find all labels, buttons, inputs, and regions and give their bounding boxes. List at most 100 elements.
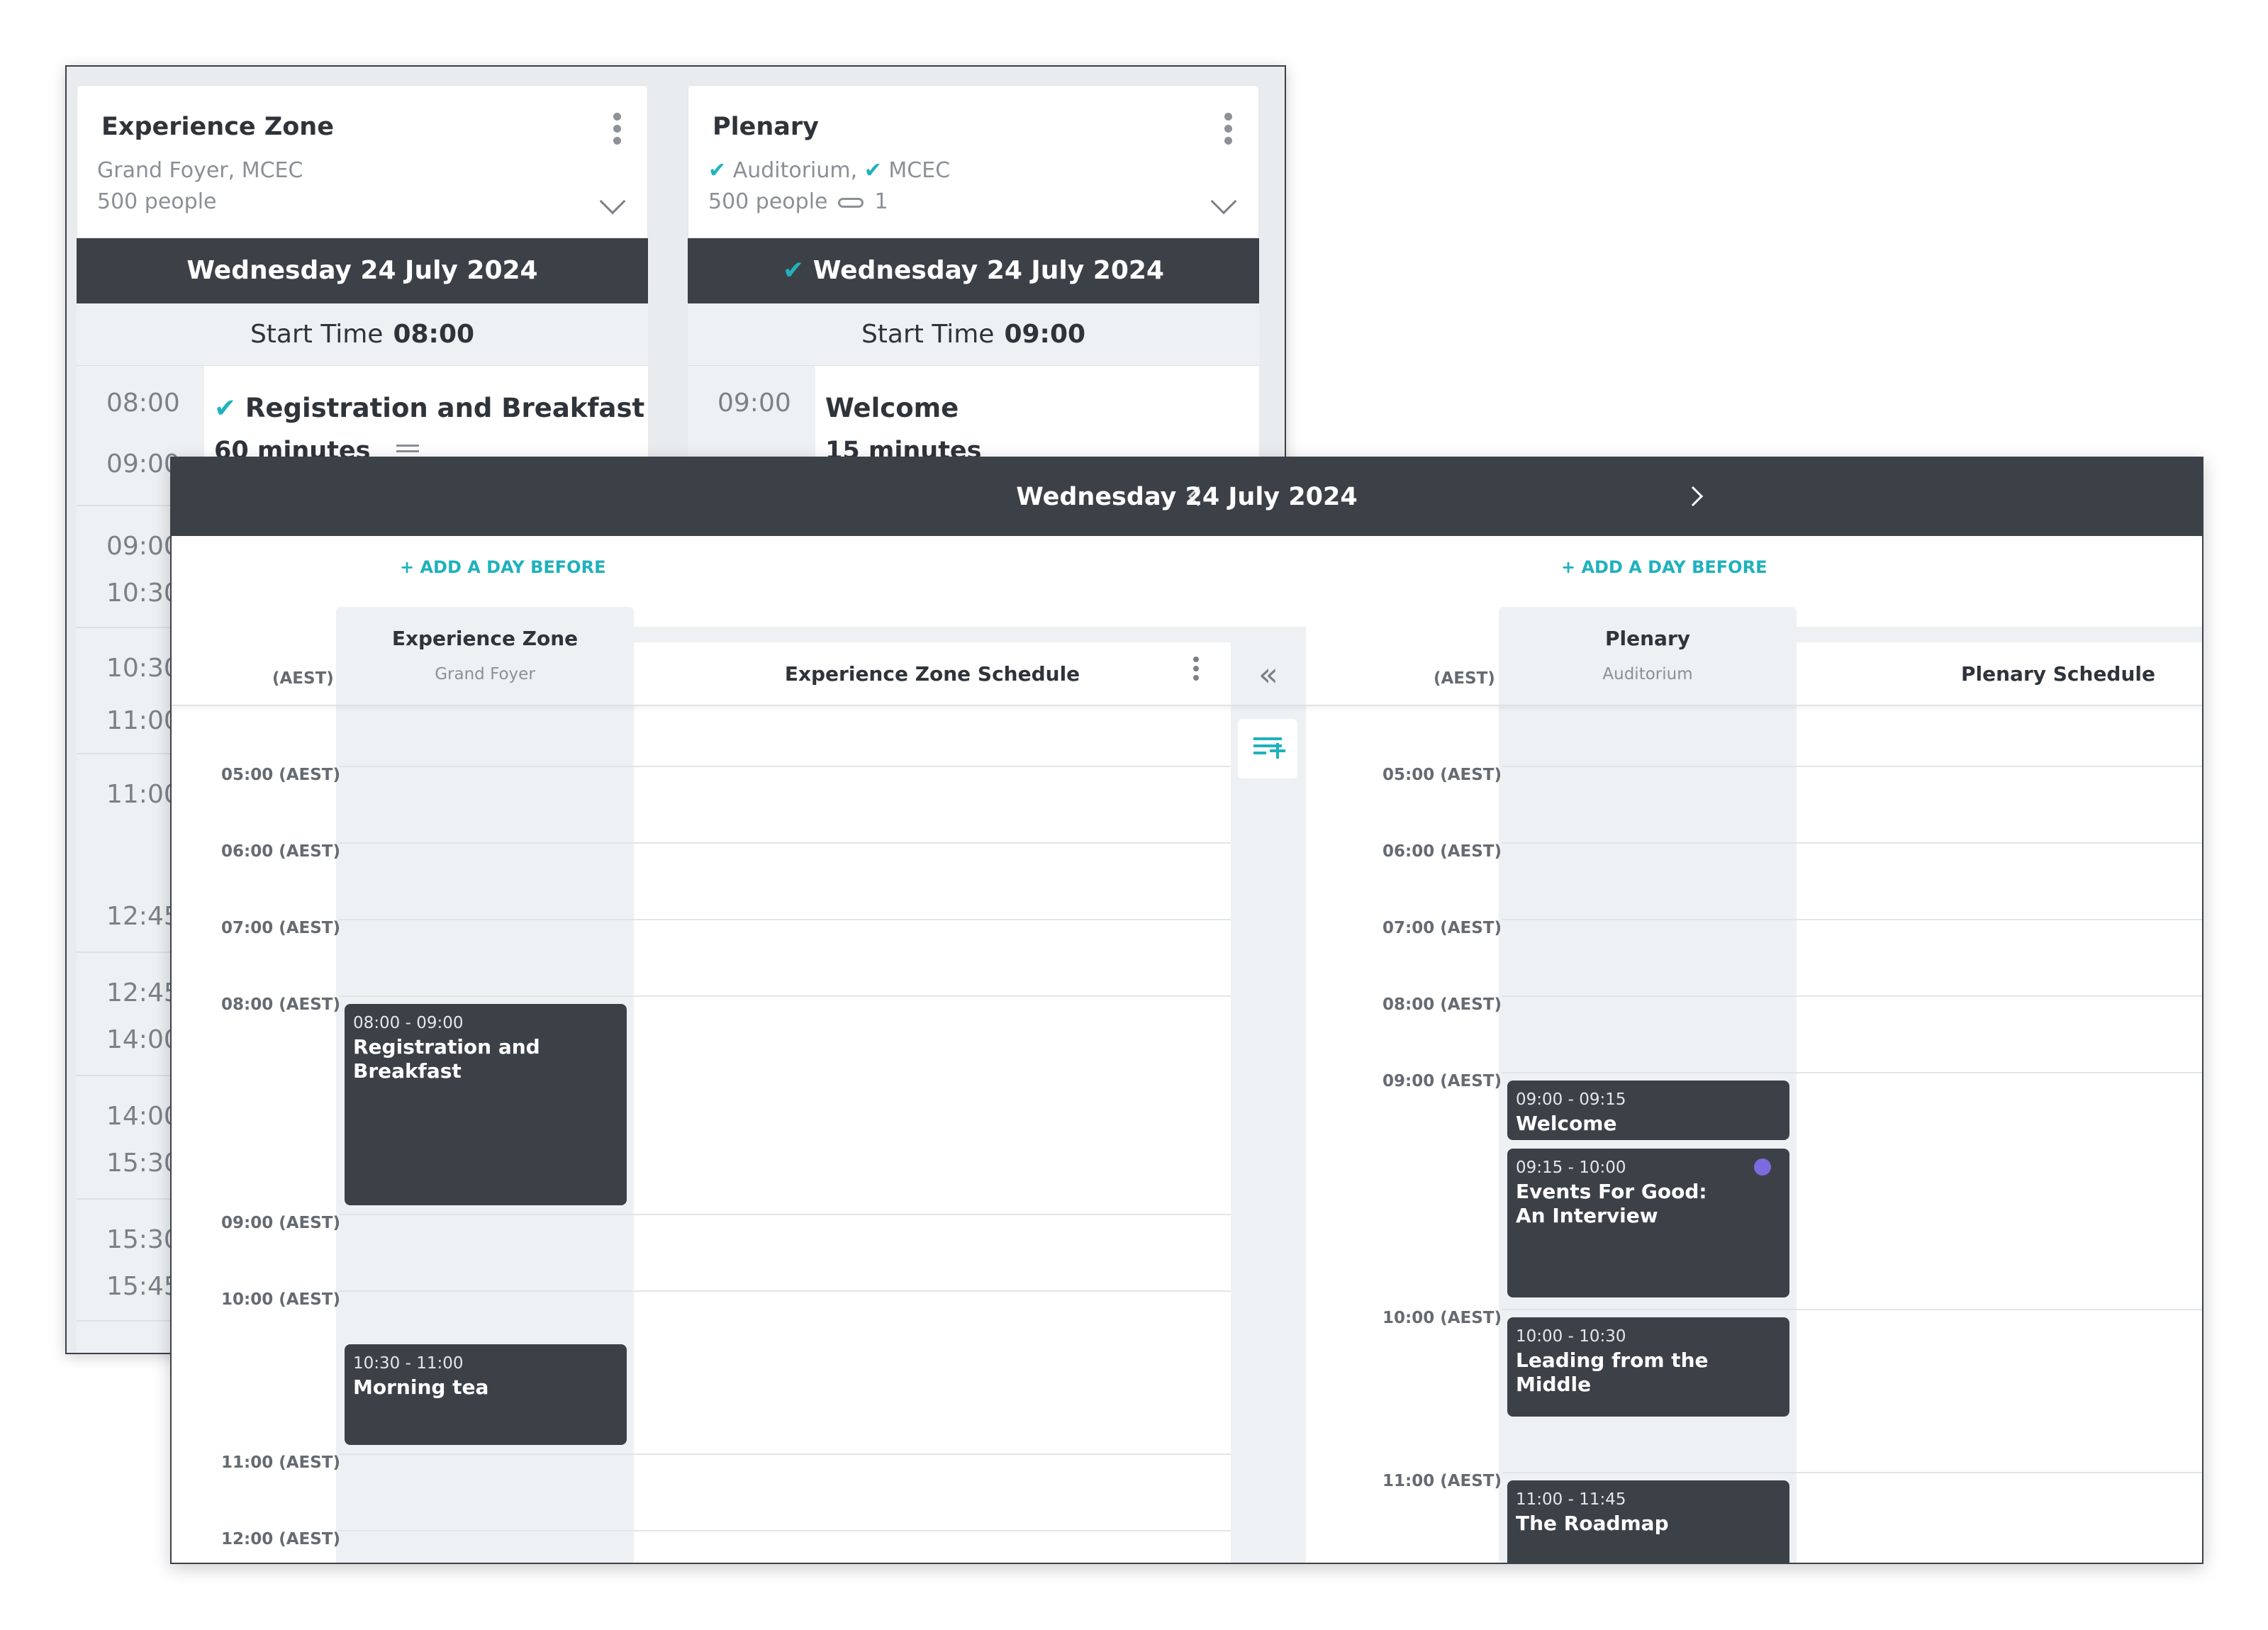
event-title: Welcome: [1516, 1112, 1617, 1135]
hour-gridline: [339, 1214, 1231, 1215]
event-title: The Roadmap: [1516, 1512, 1669, 1535]
calendar-event[interactable]: 11:00 - 11:45 The Roadmap: [1507, 1480, 1789, 1563]
hour-gridline: [339, 766, 1231, 767]
start-time-value: 09:00: [1004, 320, 1086, 349]
event-title: Morning tea: [353, 1375, 489, 1399]
check-icon: ✔: [214, 393, 237, 423]
item-start-time: 15:30: [106, 1225, 180, 1254]
event-time: 08:00 - 09:00: [353, 1014, 464, 1032]
start-time-label: Start Time: [861, 320, 995, 349]
hour-label: 09:00 (AEST): [1382, 1072, 1502, 1090]
hour-gridline: [1502, 1072, 2202, 1073]
timezone-label: (AEST): [272, 669, 334, 688]
hour-gridline: [1502, 1472, 2202, 1473]
event-title: Leading from the Middle: [1516, 1349, 1709, 1396]
start-time-row[interactable]: Start Time 09:00: [688, 303, 1259, 366]
more-options-icon[interactable]: [1192, 657, 1200, 685]
hour-gridline: [1502, 919, 2202, 920]
day-header: Wednesday 24 July 2024: [77, 238, 648, 303]
calendar-event[interactable]: 10:00 - 10:30 Leading from the Middle: [1507, 1317, 1789, 1417]
hour-gridline: [339, 919, 1231, 920]
hour-gridline: [1502, 766, 2202, 767]
hour-label: 05:00 (AEST): [221, 766, 341, 784]
item-start-time: 08:00: [106, 389, 180, 418]
item-title: Welcome: [825, 393, 959, 423]
room-card: Experience Zone Grand Foyer, MCEC 500 pe…: [77, 85, 648, 238]
hour-label: 07:00 (AEST): [1382, 919, 1502, 937]
hour-gridline: [339, 1290, 1231, 1292]
room-location: Auditorium: [1602, 665, 1693, 683]
room-column-header-plenary: Plenary Auditorium: [1499, 607, 1797, 706]
room-column-header-experience-zone: Experience Zone Grand Foyer: [336, 607, 634, 706]
hour-label: 07:00 (AEST): [221, 919, 341, 937]
room-location: ✔ Auditorium, ✔ MCEC: [708, 158, 951, 183]
more-options-icon[interactable]: [1223, 113, 1233, 145]
item-end-time: 10:30: [106, 579, 180, 608]
room-title: Plenary: [713, 113, 819, 141]
event-title: Events For Good: An Interview: [1516, 1180, 1707, 1227]
room-card: Plenary ✔ Auditorium, ✔ MCEC 500 people 1: [688, 85, 1259, 238]
chevron-down-icon[interactable]: [599, 188, 626, 215]
collapse-panel-icon[interactable]: «: [1231, 642, 1306, 706]
hour-gridline: [1502, 1309, 2202, 1310]
calendar-event[interactable]: 09:15 - 10:00 Events For Good: An Interv…: [1507, 1149, 1789, 1297]
calendar-event[interactable]: 08:00 - 09:00 Registration and Breakfast: [345, 1004, 627, 1205]
header-divider: [172, 705, 2202, 706]
item-start-time: 09:00: [106, 532, 180, 561]
item-end-time: 12:45: [106, 902, 180, 931]
add-to-list-icon[interactable]: [1238, 719, 1297, 778]
hour-label: 10:00 (AEST): [221, 1290, 341, 1309]
date-navigation-bar: Wednesday 24 July 2024: [172, 458, 2202, 536]
item-start-time: 14:00: [106, 1102, 180, 1131]
calendar-event[interactable]: 09:00 - 09:15 Welcome: [1507, 1081, 1789, 1140]
add-day-before-link[interactable]: + ADD A DAY BEFORE: [400, 557, 605, 577]
schedule-tab-strip: [634, 627, 1231, 642]
more-options-icon[interactable]: [612, 113, 622, 145]
room-location: Grand Foyer: [435, 665, 535, 683]
attachment-icon: [837, 197, 864, 208]
item-title: ✔ Registration and Breakfast: [214, 393, 645, 423]
schedule-drop-area[interactable]: [634, 706, 1231, 1563]
check-icon: ✔: [864, 158, 882, 183]
item-start-time: 11:00: [106, 780, 180, 809]
hour-label: 11:00 (AEST): [221, 1453, 341, 1472]
check-icon: ✔: [708, 158, 727, 183]
calendar-event[interactable]: 10:30 - 11:00 Morning tea: [345, 1344, 627, 1445]
hour-label: 10:00 (AEST): [1382, 1309, 1502, 1327]
start-time-row[interactable]: Start Time 08:00: [77, 303, 648, 366]
item-end-time: 11:00: [106, 706, 180, 735]
hour-label: 05:00 (AEST): [1382, 766, 1502, 784]
event-title: Registration and Breakfast: [353, 1035, 540, 1083]
event-time: 09:15 - 10:00: [1516, 1159, 1626, 1177]
hour-label: 08:00 (AEST): [1382, 995, 1502, 1014]
room-name: Plenary: [1605, 627, 1690, 650]
check-icon: ✔: [783, 256, 805, 285]
room-capacity: 500 people 1: [708, 189, 888, 214]
hour-gridline: [339, 1453, 1231, 1455]
hour-gridline: [1502, 842, 2202, 844]
schedule-title: Plenary Schedule: [1797, 642, 2202, 706]
item-end-time: 09:00: [106, 450, 180, 479]
chevron-down-icon[interactable]: [1210, 188, 1237, 215]
item-start-time: 12:45: [106, 978, 180, 1007]
hour-label: 12:00 (AEST): [221, 1530, 341, 1548]
add-day-before-link[interactable]: + ADD A DAY BEFORE: [1561, 557, 1767, 577]
event-time: 10:30 - 11:00: [353, 1354, 464, 1373]
item-start-time: 10:30: [106, 654, 180, 683]
hour-label: 06:00 (AEST): [221, 842, 341, 861]
attachment-count: 1: [874, 189, 888, 214]
hour-gridline: [339, 995, 1231, 997]
room-location: Grand Foyer, MCEC: [97, 158, 303, 183]
schedule-drop-area[interactable]: [1797, 706, 2202, 1563]
schedule-tab-strip: [1797, 627, 2202, 642]
room-title: Experience Zone: [101, 113, 334, 141]
schedule-title: Experience Zone Schedule: [634, 642, 1231, 706]
hour-gridline: [339, 842, 1231, 844]
current-date: Wednesday 24 July 2024: [1016, 483, 1358, 511]
day-header: ✔ Wednesday 24 July 2024: [688, 238, 1259, 303]
hour-label: 09:00 (AEST): [221, 1214, 341, 1232]
timezone-label: (AEST): [1434, 669, 1495, 688]
hour-gridline: [1502, 995, 2202, 997]
item-end-time: 15:45: [106, 1272, 180, 1301]
start-time-value: 08:00: [393, 320, 475, 349]
